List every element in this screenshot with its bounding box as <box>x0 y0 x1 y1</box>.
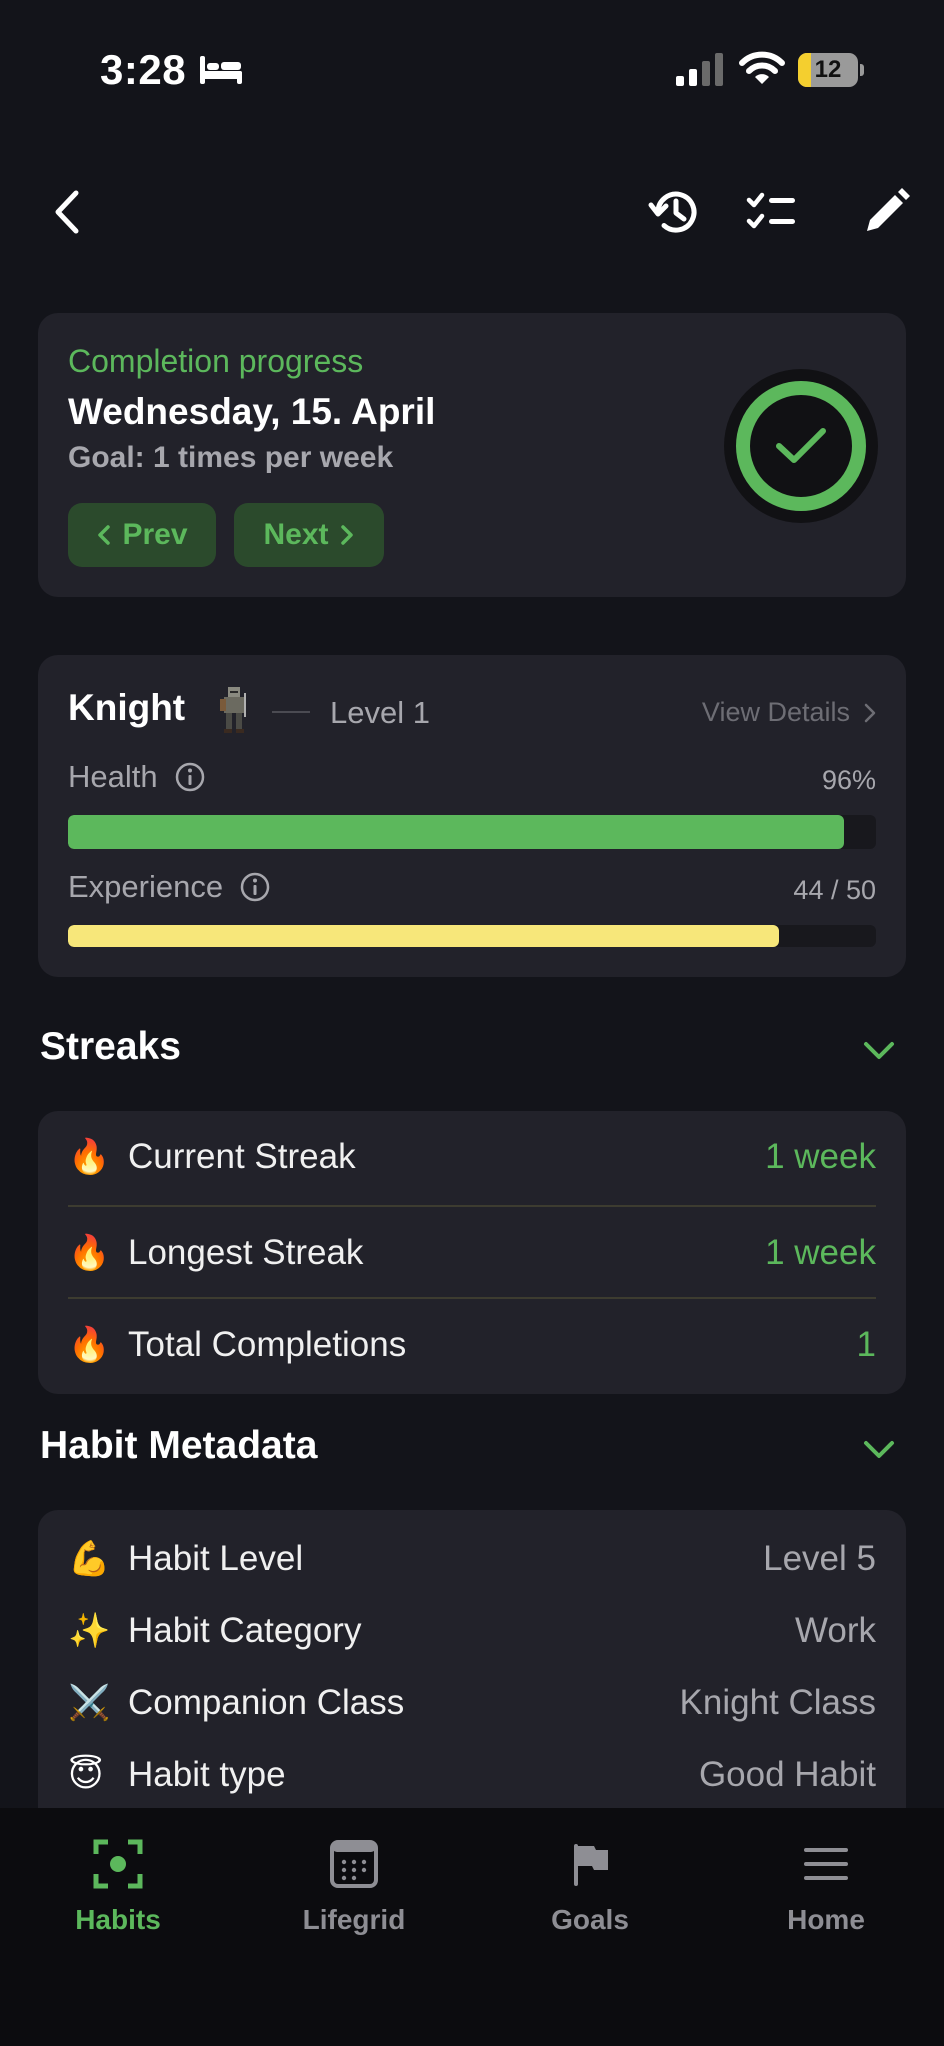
bed-icon <box>200 56 242 84</box>
battery-level: 12 <box>814 56 842 83</box>
experience-value: 44 / 50 <box>793 875 876 905</box>
fire-icon: 🔥 <box>68 1326 111 1364</box>
streak-row-current: 🔥 Current Streak 1 week <box>68 1111 876 1203</box>
info-icon[interactable] <box>239 871 271 903</box>
tab-label: Lifegrid <box>302 1904 406 1935</box>
prev-label: Prev <box>122 518 188 551</box>
streaks-title: Streaks <box>40 1025 181 1068</box>
meta-value: Work <box>794 1611 876 1650</box>
experience-bar <box>68 925 876 947</box>
streaks-header[interactable]: Streaks <box>40 1025 906 1085</box>
edit-button[interactable] <box>854 180 918 244</box>
companion-card: Knight Level 1 View Details Health 96% E… <box>38 655 906 977</box>
view-details-label: View Details <box>701 697 850 727</box>
health-value: 96% <box>821 765 876 795</box>
tab-lifegrid[interactable]: Lifegrid <box>254 1838 454 1958</box>
progress-goal: Goal: 1 times per week <box>68 441 394 474</box>
tab-label: Goals <box>551 1904 629 1935</box>
tab-bar: Habits Lifegrid Goals Home <box>0 1808 944 2046</box>
tab-habits[interactable]: Habits <box>18 1838 218 1958</box>
checklist-button[interactable] <box>740 180 804 244</box>
meta-value: Good Habit <box>698 1755 876 1794</box>
streak-row-longest: 🔥 Longest Streak 1 week <box>68 1207 876 1299</box>
checklist-icon <box>746 192 795 229</box>
meta-value: Knight Class <box>679 1683 876 1722</box>
crossed-swords-icon: ⚔️ <box>68 1684 111 1722</box>
chevron-left-icon <box>55 190 79 234</box>
history-icon <box>648 191 697 233</box>
next-button[interactable]: Next <box>234 503 384 567</box>
knight-sprite-icon <box>220 687 246 733</box>
progress-date: Wednesday, 15. April <box>68 391 436 432</box>
tab-label: Home <box>787 1904 865 1935</box>
info-icon[interactable] <box>174 761 206 793</box>
chevron-down-icon <box>864 1042 894 1059</box>
meta-row-category: ✨ Habit Category Work <box>68 1600 876 1662</box>
streak-label: Current Streak <box>128 1137 356 1176</box>
streak-value: 1 week <box>765 1233 876 1272</box>
fire-icon: 🔥 <box>68 1234 111 1272</box>
meta-value: Level 5 <box>763 1539 876 1578</box>
status-time: 3:28 <box>100 46 187 93</box>
completion-ring[interactable] <box>724 369 878 523</box>
prev-button[interactable]: Prev <box>68 503 216 567</box>
pencil-icon <box>867 188 910 231</box>
health-bar <box>68 815 876 849</box>
experience-label: Experience <box>68 869 224 904</box>
streak-label: Total Completions <box>128 1325 407 1364</box>
chevron-left-icon <box>98 525 111 545</box>
chevron-right-icon <box>340 525 353 545</box>
wifi-icon <box>739 51 785 84</box>
status-bar: 3:28 12 <box>0 0 944 140</box>
meta-label: Habit Level <box>128 1539 304 1578</box>
flexed-biceps-icon: 💪 <box>68 1540 111 1578</box>
experience-label-group: Experience <box>68 869 271 905</box>
meta-row-level: 💪 Habit Level Level 5 <box>68 1528 876 1590</box>
chevron-down-icon <box>864 1441 894 1458</box>
health-label-group: Health <box>68 759 206 795</box>
habit-metadata-header[interactable]: Habit Metadata <box>40 1424 906 1484</box>
toolbar <box>0 170 944 250</box>
meta-label: Habit Category <box>128 1611 362 1650</box>
next-label: Next <box>263 518 329 551</box>
flag-icon <box>574 1844 608 1886</box>
health-bar-fill <box>68 815 844 849</box>
companion-name: Knight <box>68 687 186 728</box>
meta-row-type: 😇 Habit type Good Habit <box>68 1744 876 1806</box>
streak-value: 1 <box>856 1325 876 1364</box>
streak-row-total: 🔥 Total Completions 1 <box>68 1299 876 1391</box>
tab-home[interactable]: Home <box>726 1838 926 1958</box>
battery-indicator: 12 <box>798 53 864 87</box>
meta-row-class: ⚔️ Companion Class Knight Class <box>68 1672 876 1734</box>
checkmark-icon <box>776 428 826 463</box>
tab-goals[interactable]: Goals <box>490 1838 690 1958</box>
sparkles-icon: ✨ <box>68 1612 111 1650</box>
meta-label: Companion Class <box>128 1683 405 1722</box>
completion-progress-label: Completion progress <box>68 343 364 379</box>
tab-label: Habits <box>75 1904 161 1935</box>
focus-target-icon <box>93 1839 143 1889</box>
chevron-right-icon <box>864 703 876 722</box>
back-button[interactable] <box>36 180 100 244</box>
streak-label: Longest Streak <box>128 1233 364 1272</box>
menu-icon <box>804 1848 848 1880</box>
completion-progress-card: Completion progress Wednesday, 15. April… <box>38 313 906 597</box>
habit-metadata-title: Habit Metadata <box>40 1424 318 1467</box>
streak-value: 1 week <box>765 1137 876 1176</box>
meta-label: Habit type <box>128 1755 286 1794</box>
halo-face-icon: 😇 <box>68 1756 104 1794</box>
health-label: Health <box>68 759 158 794</box>
streaks-card: 🔥 Current Streak 1 week 🔥 Longest Streak… <box>38 1111 906 1394</box>
separator-dash <box>272 711 310 713</box>
view-details-link[interactable]: View Details <box>702 697 876 728</box>
experience-bar-fill <box>68 925 780 947</box>
companion-level: Level 1 <box>330 695 430 730</box>
calendar-grid-icon <box>330 1840 378 1888</box>
fire-icon: 🔥 <box>68 1138 111 1176</box>
history-button[interactable] <box>642 180 706 244</box>
cellular-signal-icon <box>676 53 723 86</box>
